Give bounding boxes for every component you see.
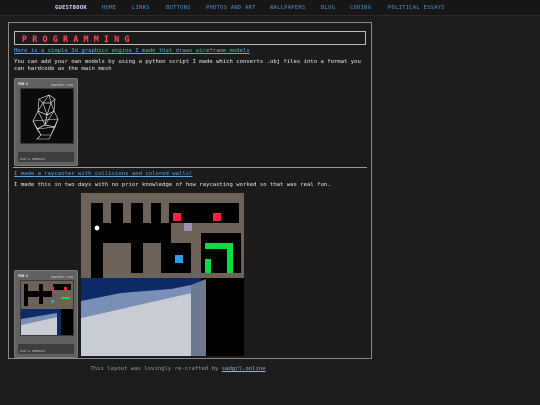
post-text-raycaster: I made this in two days with no prior kn… <box>14 182 331 188</box>
device-frame-wireframe: PGB-2 GRAPHICS CLUB PLAY & CONTROLS <box>14 78 78 166</box>
post-link-3d-engine[interactable]: Here is a simple 3d graphics engine I ma… <box>14 48 250 54</box>
top-nav: GUESTBOOK HOME LINKS BUTTONS PHOTOS AND … <box>0 0 540 16</box>
page-title: PROGRAMMING <box>22 34 135 44</box>
nav-buttons[interactable]: BUTTONS <box>166 5 191 11</box>
nav-blog[interactable]: BLOG <box>321 5 335 11</box>
device-frame-raycaster: PGB-2 GRAPHICS CLUB PLAY & CONTROLS <box>14 270 78 358</box>
nav-guestbook[interactable]: GUESTBOOK <box>55 5 87 11</box>
device-caption: PLAY & CONTROLS <box>20 349 46 353</box>
content-panel: PROGRAMMING Here is a simple 3d graphics… <box>8 22 372 359</box>
nav-wallpapers[interactable]: WALLPAPERS <box>270 5 305 11</box>
post-link-raycaster[interactable]: I made a raycaster with collisions and c… <box>14 171 193 177</box>
post-text-3d-engine: You can add your own models by using a p… <box>14 59 361 73</box>
raycaster-screenshot <box>81 193 244 356</box>
footer: This layout was lovingly re-crafted by s… <box>0 366 356 372</box>
device-model: GRAPHICS CLUB <box>51 82 73 87</box>
nav-home[interactable]: HOME <box>102 5 116 11</box>
device-bottom-bar: PLAY & CONTROLS <box>18 152 74 162</box>
nav-links[interactable]: LINKS <box>132 5 150 11</box>
wireframe-screen <box>20 88 74 144</box>
section-divider <box>13 167 367 168</box>
device-bottom-bar: PLAY & CONTROLS <box>18 344 74 354</box>
footer-link[interactable]: sadgrl.online <box>222 366 266 372</box>
device-caption: PLAY & CONTROLS <box>20 157 46 161</box>
nav-photos-and-art[interactable]: PHOTOS AND ART <box>206 5 256 11</box>
device-brand: PGB-2 <box>18 82 29 86</box>
footer-text: This layout was lovingly re-crafted by <box>90 366 219 372</box>
nav-political-essays[interactable]: POLITICAL ESSAYS <box>388 5 445 11</box>
device-model: GRAPHICS CLUB <box>51 274 73 279</box>
wireframe-model-image <box>32 94 59 140</box>
device-brand: PGB-2 <box>18 274 29 278</box>
page-title-box: PROGRAMMING <box>14 31 366 45</box>
raycaster-thumbnail-image <box>21 281 73 335</box>
nav-coding[interactable]: CODING <box>350 5 371 11</box>
raycaster-thumbnail-screen <box>20 280 74 336</box>
